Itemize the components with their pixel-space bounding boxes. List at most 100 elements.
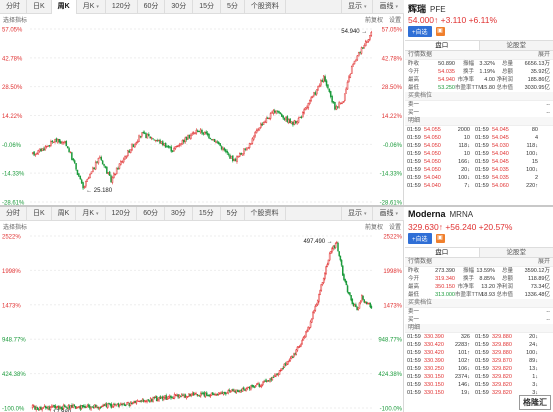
y-tick-label: 2522% [383,235,402,241]
candle [232,388,234,392]
candle [192,391,195,397]
candle [210,392,213,396]
period-tab[interactable]: 5分 [221,0,245,14]
candle [173,392,176,400]
candle [368,302,370,305]
period-tab[interactable]: 分时 [0,0,27,14]
mrna-pane: 分时 日K 周K 月K ▾ 120分 60分 30分 15分 5分 个股资料 显示 ▾ 画线 ▾ 选择指标 … [0,207,553,412]
candle [269,378,271,383]
candle [188,393,190,397]
candle [365,301,368,305]
period-tab[interactable]: 120分 [106,207,138,221]
candle [110,402,113,409]
period-tab-label: 个股资料 [250,3,279,10]
candle [205,130,207,135]
candle [278,369,281,375]
period-tab[interactable]: 30分 [165,0,194,14]
candle [94,160,97,171]
candle [279,112,282,115]
candle [172,396,175,400]
y-tick-label: 1473% [2,303,21,309]
candle [167,145,170,149]
stat-row: 最高 350.150 市净率 13.20 净利润 73.34亿 [408,284,550,290]
expand-link[interactable]: 展开 [538,258,550,266]
period-tab[interactable]: 60分 [137,207,166,221]
period-tab[interactable]: 周K [52,207,77,221]
adjust-select[interactable]: 前复权 [365,222,383,231]
period-tab[interactable]: 分时 [0,207,27,221]
chart-menu-tab[interactable]: 画线 ▾ [372,207,404,221]
period-tab[interactable]: 日K [27,207,52,221]
expand-link[interactable]: 展开 [538,51,550,59]
section-title: 买卖档位 [408,93,433,99]
candle [363,299,365,304]
candle [87,403,90,408]
quote-tab[interactable]: 盘口 [405,248,480,257]
quote-tab[interactable]: 论股堂 [479,41,553,50]
mrna-candlestick-chart[interactable]: 2522% 2522% 1998% 1998% 1473% 1473% 948.77% 948… [0,232,404,412]
candle [122,402,125,405]
candle [332,245,334,251]
pfe-candlestick-chart[interactable]: 57.05% 57.05% 42.78% 42.78% 28.50% 28.50% 14.2… [0,25,404,207]
candle [189,393,191,397]
candle [349,292,351,297]
order-book-row: 买一 -- [408,110,550,116]
candle [86,178,89,182]
candle [220,391,222,395]
candle [339,102,342,105]
candle [177,394,179,400]
trade-tick-row: 01:59 330.390 326 01:59 329.880 20↓ [407,334,538,340]
period-tab[interactable]: 30分 [165,207,193,221]
period-tab[interactable]: 日K [27,0,52,14]
y-tick-label: -100.0% [380,407,403,412]
period-tab[interactable]: 60分 [138,0,166,14]
candle [282,115,284,120]
candle [313,91,315,98]
period-tab[interactable]: 5分 [221,207,245,221]
candle [178,394,181,399]
candle [52,141,55,143]
period-tab[interactable]: 月K ▾ [77,0,106,14]
adjust-select[interactable]: 前复权 [365,15,383,24]
candle [226,149,228,155]
indicator-select[interactable]: 选择指标 [3,222,27,231]
period-tab[interactable]: 个股资料 [245,207,286,221]
share-icon[interactable]: ▣ [435,234,445,243]
candle [326,262,329,268]
quote-tab[interactable]: 盘口 [405,41,480,50]
candle [164,395,166,400]
candle [219,143,221,147]
period-tab[interactable]: 120分 [106,0,138,14]
period-tab[interactable]: 个股资料 [245,0,286,14]
chevron-down-icon: ▾ [395,211,398,217]
chart-menu-tab[interactable]: 显示 ▾ [340,0,373,14]
add-watchlist-button[interactable]: +自选 [408,233,432,244]
stat-row: 最高 54.940 市净率 4.00 净利润 185.86亿 [408,77,550,83]
share-icon[interactable]: ▣ [435,27,445,36]
chart-menu-tab[interactable]: 显示 ▾ [340,207,373,221]
indicator-select[interactable]: 选择指标 [3,15,27,24]
candle [146,133,149,139]
candle [250,142,252,145]
candle [352,62,354,67]
candle [289,356,292,362]
period-tab[interactable]: 15分 [193,207,221,221]
candle [357,307,360,311]
candle [208,133,210,139]
candle [109,403,111,407]
quote-tab[interactable]: 论股堂 [479,248,553,257]
candle [198,394,201,397]
chart-menu-tab[interactable]: 画线 ▾ [372,0,404,14]
candle [350,295,352,302]
candle [111,404,114,408]
candle [191,391,194,396]
settings-button[interactable]: 设置 [389,15,401,24]
section-title: 行情数据 [408,259,433,265]
candle [314,304,317,312]
period-tab[interactable]: 月K ▾ [76,207,106,221]
period-tab[interactable]: 15分 [193,0,221,14]
add-watchlist-button[interactable]: +自选 [408,26,432,37]
settings-button[interactable]: 设置 [389,222,401,231]
candle [336,106,339,110]
period-tab[interactable]: 周K [51,0,77,14]
